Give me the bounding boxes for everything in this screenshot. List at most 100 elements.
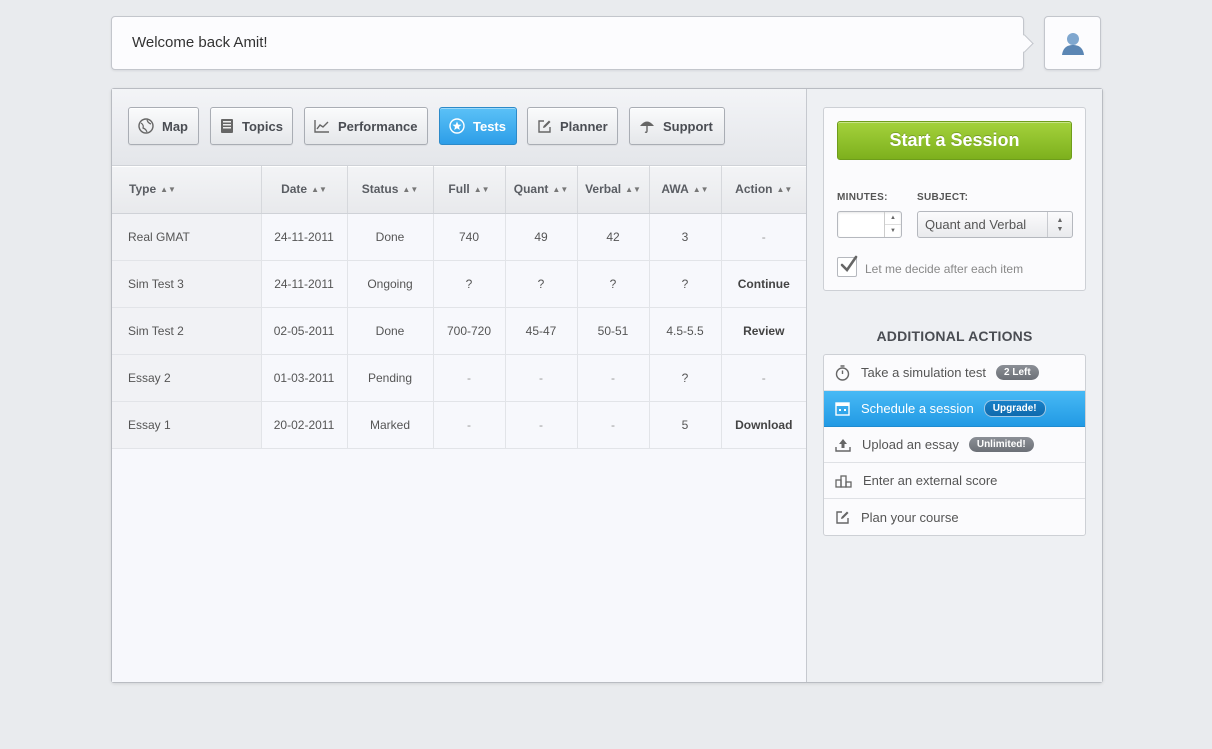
chart-icon xyxy=(314,120,329,133)
stepper-up-icon[interactable]: ▲ xyxy=(885,212,901,225)
column-header-date[interactable]: Date ▲▼ xyxy=(261,166,348,214)
column-header-verbal[interactable]: Verbal ▲▼ xyxy=(577,166,650,214)
cell-type: Real GMAT xyxy=(112,213,262,261)
cell-quant: - xyxy=(505,354,578,402)
nav-support-button[interactable]: Support xyxy=(629,107,725,145)
table-row: Real GMAT 24-11-2011 Done 740 49 42 3 - xyxy=(112,213,806,261)
start-session-button[interactable]: Start a Session xyxy=(837,121,1072,160)
upload-icon xyxy=(835,438,851,452)
cell-date: 01-03-2011 xyxy=(261,354,348,402)
cell-status: Done xyxy=(347,213,434,261)
sort-icon: ▲▼ xyxy=(625,185,641,195)
nav-tests-button[interactable]: Tests xyxy=(439,107,517,145)
action-plan-course[interactable]: Plan your course xyxy=(824,499,1085,535)
sort-icon: ▲▼ xyxy=(776,185,793,195)
table-row: Essay 2 01-03-2011 Pending - - - ? - xyxy=(112,354,806,402)
table-row: Essay 1 20-02-2011 Marked - - - 5 Downlo… xyxy=(112,401,806,449)
umbrella-icon xyxy=(640,121,654,134)
table-row: Sim Test 2 02-05-2011 Done 700-720 45-47… xyxy=(112,307,806,355)
action-label: Take a simulation test xyxy=(861,365,987,380)
nav-performance-button[interactable]: Performance xyxy=(304,107,428,145)
sort-icon: ▲▼ xyxy=(473,185,490,195)
cell-awa: 3 xyxy=(649,213,722,261)
sort-icon: ▲▼ xyxy=(160,185,176,195)
minutes-stepper[interactable]: ▲ ▼ xyxy=(884,212,901,237)
cell-status: Pending xyxy=(347,354,434,402)
welcome-text: Welcome back Amit! xyxy=(132,34,268,51)
nav-topics-label: Topics xyxy=(242,118,283,134)
user-icon xyxy=(1061,33,1084,55)
cell-date: 02-05-2011 xyxy=(261,307,348,355)
cell-quant: ? xyxy=(505,260,578,308)
avatar[interactable] xyxy=(1044,16,1101,70)
additional-actions-list: Take a simulation test 2 Left Schedule a… xyxy=(823,354,1086,536)
cell-quant: - xyxy=(505,401,578,449)
calendar-icon xyxy=(835,402,850,416)
sort-icon: ▲▼ xyxy=(402,185,419,195)
decide-label: Let me decide after each item xyxy=(865,262,1024,276)
nav-toolbar: Map Topics Performance Tests Planner Sup… xyxy=(112,89,806,166)
tests-table: Type ▲▼ Date ▲▼ Status ▲▼ Full ▲▼ Quant ▲▼ Ve… xyxy=(112,166,806,449)
action-external-score[interactable]: Enter an external score xyxy=(824,463,1085,499)
action-label: Enter an external score xyxy=(863,473,998,488)
additional-actions-title: ADDITIONAL ACTIONS xyxy=(876,328,1033,344)
cell-status: Marked xyxy=(347,401,434,449)
action-schedule-session[interactable]: Schedule a session Upgrade! xyxy=(824,391,1085,427)
cell-verbal: ? xyxy=(577,260,650,308)
welcome-bubble: Welcome back Amit! xyxy=(111,16,1024,70)
nav-planner-label: Planner xyxy=(560,118,608,134)
cell-type: Sim Test 3 xyxy=(112,260,262,308)
cell-full: - xyxy=(433,401,506,449)
nav-planner-button[interactable]: Planner xyxy=(527,107,618,145)
checkmark-icon xyxy=(840,255,858,273)
minutes-input[interactable]: ▲ ▼ xyxy=(837,211,902,238)
cell-type: Essay 2 xyxy=(112,354,262,402)
cell-status: Ongoing xyxy=(347,260,434,308)
tests-panel: Map Topics Performance Tests Planner Sup… xyxy=(112,89,807,682)
action-upload-essay[interactable]: Upload an essay Unlimited! xyxy=(824,427,1085,463)
minutes-label: MINUTES: xyxy=(837,192,888,203)
nav-map-label: Map xyxy=(162,118,188,134)
cell-quant: 49 xyxy=(505,213,578,261)
sidebar: Start a Session MINUTES: SUBJECT: ▲ ▼ Qu… xyxy=(807,89,1102,682)
main-panel: Map Topics Performance Tests Planner Sup… xyxy=(111,88,1103,683)
cell-date: 20-02-2011 xyxy=(261,401,348,449)
column-header-action[interactable]: Action ▲▼ xyxy=(721,166,806,214)
action-simulation-test[interactable]: Take a simulation test 2 Left xyxy=(824,355,1085,391)
column-header-quant[interactable]: Quant ▲▼ xyxy=(505,166,578,214)
cell-awa: 4.5-5.5 xyxy=(649,307,722,355)
column-header-status[interactable]: Status ▲▼ xyxy=(347,166,434,214)
decide-checkbox[interactable] xyxy=(837,255,858,277)
subject-value: Quant and Verbal xyxy=(925,217,1027,232)
nav-map-button[interactable]: Map xyxy=(128,107,199,145)
download-link[interactable]: Download xyxy=(721,401,806,449)
count-badge: 2 Left xyxy=(996,365,1039,380)
select-arrows-icon: ▲ ▼ xyxy=(1047,212,1072,237)
nav-topics-button[interactable]: Topics xyxy=(210,107,293,145)
podium-icon xyxy=(835,474,852,488)
cell-verbal: - xyxy=(577,401,650,449)
action-label: Upload an essay xyxy=(862,437,959,452)
subject-select[interactable]: Quant and Verbal ▲ ▼ xyxy=(917,211,1073,238)
star-icon xyxy=(449,118,465,134)
sort-icon: ▲▼ xyxy=(311,185,327,195)
globe-icon xyxy=(138,118,154,134)
cell-verbal: - xyxy=(577,354,650,402)
table-row: Sim Test 3 24-11-2011 Ongoing ? ? ? ? Co… xyxy=(112,260,806,308)
cell-type: Sim Test 2 xyxy=(112,307,262,355)
column-header-type[interactable]: Type ▲▼ xyxy=(112,166,262,214)
upgrade-badge: Upgrade! xyxy=(983,400,1046,417)
continue-link[interactable]: Continue xyxy=(721,260,806,308)
review-link[interactable]: Review xyxy=(721,307,806,355)
cell-verbal: 42 xyxy=(577,213,650,261)
cell-date: 24-11-2011 xyxy=(261,260,348,308)
cell-awa: ? xyxy=(649,354,722,402)
cell-action: - xyxy=(721,354,806,402)
cell-full: - xyxy=(433,354,506,402)
column-header-awa[interactable]: AWA ▲▼ xyxy=(649,166,722,214)
column-header-full[interactable]: Full ▲▼ xyxy=(433,166,506,214)
stepper-down-icon[interactable]: ▼ xyxy=(885,225,901,237)
action-label: Schedule a session xyxy=(861,401,974,416)
cell-date: 24-11-2011 xyxy=(261,213,348,261)
nav-tests-label: Tests xyxy=(473,118,506,134)
